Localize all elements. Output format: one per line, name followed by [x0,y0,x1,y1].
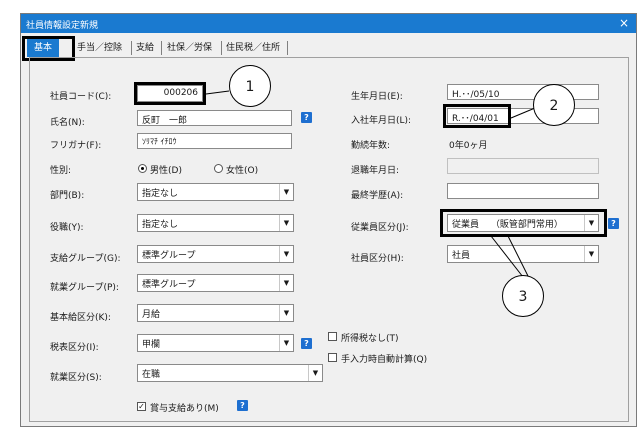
callout-leaders [205,90,536,278]
callout-3: 3 [502,275,544,317]
dialog-window: 社員情報設定新規 × 基本 手当／控除 支給 社保／労保 住民税／住所 社員コー… [20,13,637,427]
callout-1: 1 [229,65,271,107]
callout-2: 2 [533,84,575,126]
